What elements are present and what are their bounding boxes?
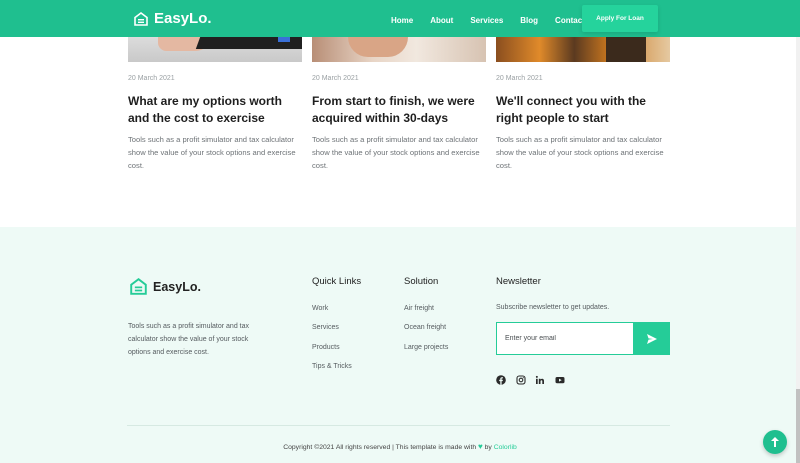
blog-card-description: Tools such as a profit simulator and tax…	[496, 135, 664, 170]
blog-card-title[interactable]: From start to finish, we were acquired w…	[312, 93, 490, 127]
footer-brand-logo[interactable]: EasyLo.	[130, 278, 201, 295]
footer-link-air-freight[interactable]: Air freight	[404, 304, 448, 323]
send-icon	[647, 333, 657, 344]
quick-links-heading: Quick Links	[312, 276, 362, 287]
site-footer: EasyLo. Tools such as a profit simulator…	[0, 227, 800, 463]
blog-card-image[interactable]	[312, 37, 486, 62]
brand-name: EasyLo.	[154, 10, 212, 27]
arrow-up-icon	[771, 437, 779, 447]
scroll-to-top-button[interactable]	[763, 430, 787, 454]
footer-link-services[interactable]: Services	[312, 323, 352, 342]
footer-divider	[127, 425, 670, 426]
newsletter-heading: Newsletter	[496, 276, 541, 287]
footer-link-products[interactable]: Products	[312, 343, 352, 362]
house-logo-icon	[130, 278, 147, 295]
brand-logo[interactable]: EasyLo.	[134, 10, 212, 28]
blog-card-title[interactable]: What are my options worth and the cost t…	[128, 93, 306, 127]
main-nav: Home About Services Blog Contact	[391, 16, 602, 26]
newsletter-form	[496, 322, 670, 355]
blog-card[interactable]: 20 March 2021 What are my options worth …	[128, 37, 302, 170]
footer-link-tips-tricks[interactable]: Tips & Tricks	[312, 362, 352, 381]
linkedin-icon[interactable]	[535, 372, 545, 384]
quick-links-list: Work Services Products Tips & Tricks	[312, 304, 352, 382]
blog-card-description: Tools such as a profit simulator and tax…	[128, 135, 296, 170]
page-scrollbar[interactable]	[796, 0, 800, 463]
instagram-icon[interactable]	[515, 372, 526, 385]
blog-card-date: 20 March 2021	[312, 75, 359, 82]
blog-card-image[interactable]	[496, 37, 670, 62]
copyright-line: Copyright ©2021 All rights reserved | Th…	[0, 442, 800, 451]
solution-list: Air freight Ocean freight Large projects	[404, 304, 448, 362]
footer-link-ocean-freight[interactable]: Ocean freight	[404, 323, 448, 342]
nav-home[interactable]: Home	[391, 16, 413, 26]
newsletter-email-input[interactable]	[496, 322, 634, 355]
colorlib-link[interactable]: Colorlib	[494, 444, 517, 451]
blog-card[interactable]: 20 March 2021 From start to finish, we w…	[312, 37, 486, 170]
social-links	[496, 372, 574, 385]
footer-about-text: Tools such as a profit simulator and tax…	[128, 323, 250, 356]
nav-contact[interactable]: Contact	[555, 16, 585, 26]
blog-card-date: 20 March 2021	[128, 75, 175, 82]
blog-card-date: 20 March 2021	[496, 75, 543, 82]
nav-about[interactable]: About	[430, 16, 453, 26]
copyright-by: by	[484, 444, 492, 451]
apply-for-loan-button[interactable]: Apply For Loan	[582, 5, 658, 32]
footer-link-large-projects[interactable]: Large projects	[404, 343, 448, 362]
blog-card-image[interactable]	[128, 37, 302, 62]
newsletter-subtitle: Subscribe newsletter to get updates.	[496, 304, 610, 311]
heart-icon: ♥	[478, 442, 483, 451]
footer-link-work[interactable]: Work	[312, 304, 352, 323]
blog-card[interactable]: 20 March 2021 We'll connect you with the…	[496, 37, 670, 170]
nav-services[interactable]: Services	[470, 16, 503, 26]
footer-brand-name: EasyLo.	[153, 279, 201, 294]
blog-card-description: Tools such as a profit simulator and tax…	[312, 135, 480, 170]
scrollbar-thumb[interactable]	[796, 389, 800, 463]
solution-heading: Solution	[404, 276, 439, 287]
newsletter-submit-button[interactable]	[634, 322, 670, 355]
facebook-icon[interactable]	[496, 372, 506, 385]
house-logo-icon	[134, 12, 148, 26]
nav-blog[interactable]: Blog	[520, 16, 538, 26]
blog-card-title[interactable]: We'll connect you with the right people …	[496, 93, 674, 127]
copyright-text: Copyright ©2021 All rights reserved | Th…	[283, 444, 477, 451]
youtube-icon[interactable]	[555, 372, 565, 384]
top-navbar: EasyLo. Home About Services Blog Contact…	[0, 0, 800, 37]
